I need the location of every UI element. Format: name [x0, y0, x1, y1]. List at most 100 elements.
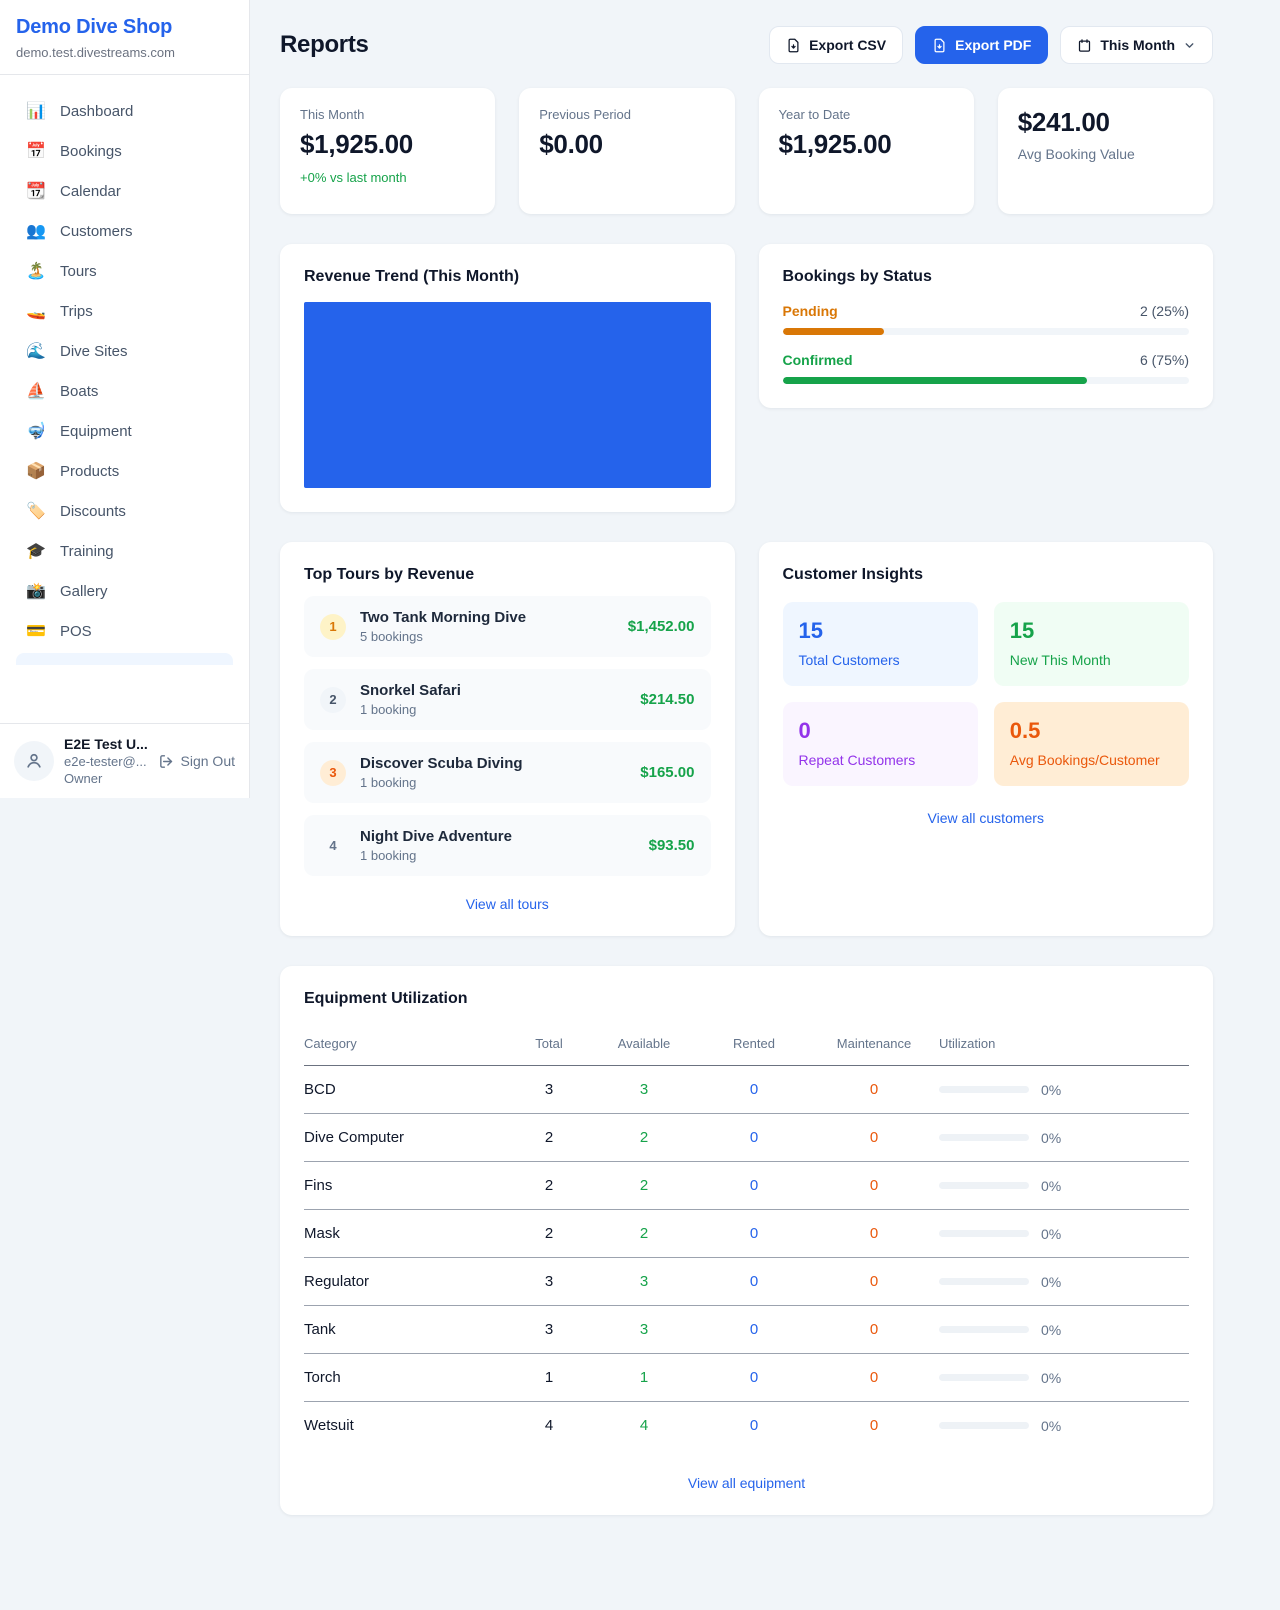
sidebar-item-training[interactable]: 🎓 Training — [14, 531, 235, 571]
sidebar-item-tours[interactable]: 🏝️ Tours — [14, 251, 235, 291]
period-label: This Month — [1100, 37, 1175, 53]
progress-track — [783, 377, 1190, 384]
view-all-tours-link[interactable]: View all tours — [304, 896, 711, 912]
cell-total: 3 — [509, 1321, 589, 1338]
progress-fill-confirmed — [783, 377, 1088, 384]
cell-available: 2 — [589, 1225, 699, 1242]
tour-bookings: 1 booking — [360, 702, 626, 717]
progress-track — [783, 328, 1190, 335]
cell-rented: 0 — [699, 1129, 809, 1146]
sidebar-item-dashboard[interactable]: 📊 Dashboard — [14, 91, 235, 131]
col-header-category: Category — [304, 1036, 509, 1051]
sidebar-item-discounts[interactable]: 🏷️ Discounts — [14, 491, 235, 531]
wave-icon: 🌊 — [26, 341, 46, 361]
cell-total: 2 — [509, 1225, 589, 1242]
cell-category: Wetsuit — [304, 1417, 509, 1434]
insight-value: 15 — [1010, 618, 1173, 644]
sidebar-item-label: Customers — [60, 223, 133, 240]
sidebar-item-dive-sites[interactable]: 🌊 Dive Sites — [14, 331, 235, 371]
export-pdf-button[interactable]: Export PDF — [915, 26, 1048, 64]
tour-bookings: 1 booking — [360, 848, 635, 863]
cell-rented: 0 — [699, 1369, 809, 1386]
bar-chart-icon: 📊 — [26, 101, 46, 121]
user-email: e2e-tester@... — [64, 754, 148, 769]
sign-out-button[interactable]: Sign Out — [158, 753, 235, 770]
sidebar-item-bookings[interactable]: 📅 Bookings — [14, 131, 235, 171]
equipment-utilization-title: Equipment Utilization — [304, 990, 1189, 1008]
sidebar-item-boats[interactable]: ⛵ Boats — [14, 371, 235, 411]
bookings-by-status-title: Bookings by Status — [783, 268, 1190, 286]
cell-utilization: 0% — [939, 1130, 1189, 1146]
insight-tile-repeat-customers: 0 Repeat Customers — [783, 702, 978, 786]
cell-available: 3 — [589, 1321, 699, 1338]
sidebar-item-label: POS — [60, 623, 92, 640]
view-all-equipment-link[interactable]: View all equipment — [304, 1475, 1189, 1491]
sidebar-item-trips[interactable]: 🚤 Trips — [14, 291, 235, 331]
insight-tile-avg-bookings: 0.5 Avg Bookings/Customer — [994, 702, 1189, 786]
tour-row[interactable]: 1 Two Tank Morning Dive 5 bookings $1,45… — [304, 596, 711, 657]
utilization-track — [939, 1230, 1029, 1237]
progress-fill-pending — [783, 328, 885, 335]
view-all-customers-link[interactable]: View all customers — [783, 810, 1190, 826]
shop-domain: demo.test.divestreams.com — [16, 45, 233, 60]
utilization-percent: 0% — [1041, 1322, 1061, 1338]
sidebar-item-label: Bookings — [60, 143, 122, 160]
cell-total: 2 — [509, 1177, 589, 1194]
top-tours-title: Top Tours by Revenue — [304, 566, 711, 584]
sidebar-item-calendar[interactable]: 📆 Calendar — [14, 171, 235, 211]
cell-available: 1 — [589, 1369, 699, 1386]
page-header: Reports Export CSV Export PDF — [280, 26, 1213, 64]
status-row-confirmed: Confirmed 6 (75%) — [783, 352, 1190, 384]
tear-off-calendar-icon: 📆 — [26, 181, 46, 201]
sidebar-item-label: Boats — [60, 383, 98, 400]
stat-card-year-to-date: Year to Date $1,925.00 — [759, 88, 974, 214]
sidebar-item-pos[interactable]: 💳 POS — [14, 611, 235, 651]
tour-revenue: $165.00 — [640, 764, 694, 781]
utilization-track — [939, 1086, 1029, 1093]
sidebar-user-footer: E2E Test U... e2e-tester@... Owner Sign … — [0, 723, 249, 798]
col-header-maintenance: Maintenance — [809, 1036, 939, 1051]
cell-utilization: 0% — [939, 1370, 1189, 1386]
tour-bookings: 5 bookings — [360, 629, 614, 644]
stat-value: $1,925.00 — [300, 129, 475, 160]
tour-bookings: 1 booking — [360, 775, 626, 790]
cell-total: 2 — [509, 1129, 589, 1146]
period-selector[interactable]: This Month — [1060, 26, 1213, 64]
utilization-percent: 0% — [1041, 1082, 1061, 1098]
export-pdf-label: Export PDF — [955, 37, 1031, 53]
cell-rented: 0 — [699, 1273, 809, 1290]
tour-row[interactable]: 4 Night Dive Adventure 1 booking $93.50 — [304, 815, 711, 876]
utilization-track — [939, 1374, 1029, 1381]
stat-card-avg-booking-value: $241.00 Avg Booking Value — [998, 88, 1213, 214]
sidebar-item-label: Tours — [60, 263, 97, 280]
equipment-table: Category Total Available Rented Maintena… — [304, 1028, 1189, 1449]
tour-revenue: $93.50 — [649, 837, 695, 854]
tour-revenue: $214.50 — [640, 691, 694, 708]
insight-value: 15 — [799, 618, 962, 644]
table-header-row: Category Total Available Rented Maintena… — [304, 1028, 1189, 1066]
cell-rented: 0 — [699, 1225, 809, 1242]
person-icon — [24, 751, 44, 771]
sidebar-item-label: Trips — [60, 303, 93, 320]
cell-maintenance: 0 — [809, 1129, 939, 1146]
sidebar-item-gallery[interactable]: 📸 Gallery — [14, 571, 235, 611]
status-label-pending: Pending — [783, 303, 838, 319]
status-count-pending: 2 (25%) — [1140, 303, 1189, 319]
cell-maintenance: 0 — [809, 1081, 939, 1098]
cell-available: 3 — [589, 1273, 699, 1290]
sidebar-item-products[interactable]: 📦 Products — [14, 451, 235, 491]
bookings-by-status-card: Bookings by Status Pending 2 (25%) Confi… — [759, 244, 1214, 408]
tour-row[interactable]: 3 Discover Scuba Diving 1 booking $165.0… — [304, 742, 711, 803]
cell-utilization: 0% — [939, 1418, 1189, 1434]
user-name: E2E Test U... — [64, 736, 148, 752]
sidebar-item-equipment[interactable]: 🤿 Equipment — [14, 411, 235, 451]
insight-value: 0 — [799, 718, 962, 744]
export-csv-button[interactable]: Export CSV — [769, 26, 903, 64]
rank-badge: 1 — [320, 614, 346, 640]
cell-utilization: 0% — [939, 1322, 1189, 1338]
dive-mask-icon: 🤿 — [26, 421, 46, 441]
sidebar-item-reports-partial[interactable] — [16, 653, 233, 665]
shop-name: Demo Dive Shop — [16, 16, 233, 39]
tour-row[interactable]: 2 Snorkel Safari 1 booking $214.50 — [304, 669, 711, 730]
sidebar-item-customers[interactable]: 👥 Customers — [14, 211, 235, 251]
